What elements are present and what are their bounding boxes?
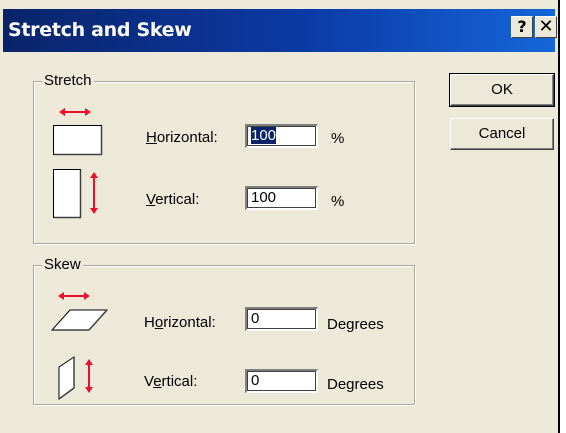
skew-vertical-input[interactable]: 0 [245,369,318,393]
skew-horizontal-icon [50,292,109,331]
ok-button[interactable]: OK [449,73,555,107]
skew-vertical-icon [58,356,93,400]
skew-horizontal-input[interactable]: 0 [245,307,318,331]
skew-vertical-unit: Degrees [327,376,384,393]
skew-group-label: Skew [42,256,83,274]
stretch-horizontal-unit: % [331,130,345,147]
skew-horizontal-label: Horizontal: [144,314,216,331]
title-bar[interactable]: Stretch and Skew ? ✕ [0,0,558,56]
close-button[interactable]: ✕ [535,16,557,38]
stretch-vertical-icon [53,169,98,219]
stretch-horizontal-icon [53,108,103,156]
stretch-group-label: Stretch [42,72,94,90]
skew-horizontal-unit: Degrees [327,316,384,333]
stretch-vertical-unit: % [331,193,345,210]
stretch-and-skew-dialog: Stretch and Skew ? ✕ Stretch Horizontal:… [0,0,560,433]
help-button[interactable]: ? [511,16,533,38]
dialog-title: Stretch and Skew [8,19,192,41]
skew-vertical-label: Vertical: [144,373,198,390]
stretch-vertical-label: Vertical: [146,191,200,208]
cancel-button[interactable]: Cancel [450,118,554,150]
stretch-horizontal-value: 100 [251,127,277,144]
stretch-horizontal-input[interactable]: 100 [245,124,318,148]
stretch-vertical-input[interactable]: 100 [245,186,318,210]
stretch-horizontal-label: Horizontal: [146,129,218,146]
